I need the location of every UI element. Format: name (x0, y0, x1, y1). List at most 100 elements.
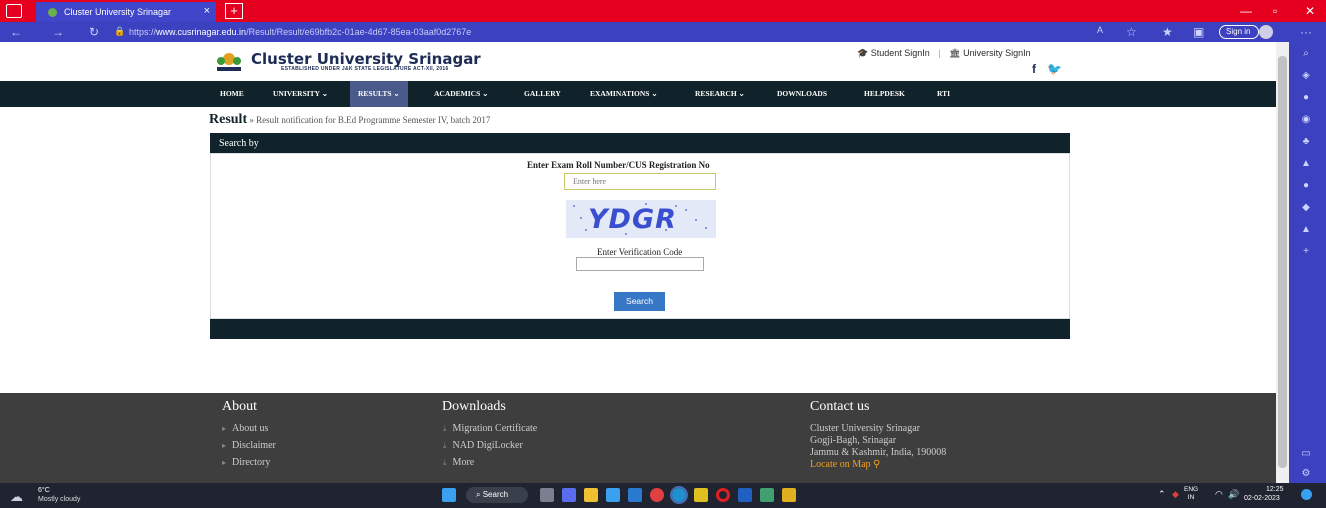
sidebar-screenshot-icon[interactable]: ▭ (1299, 448, 1313, 460)
tab-close-button[interactable]: × (204, 5, 210, 17)
footer-downloads-title: Downloads (442, 399, 506, 414)
minimize-icon[interactable]: — (1240, 4, 1252, 18)
sidebar-games-icon[interactable]: ♣ (1299, 136, 1313, 148)
tab-title: Cluster University Srinagar (64, 7, 172, 17)
restore-icon[interactable]: ▫ (1273, 4, 1277, 18)
lock-icon[interactable]: 🔒 (114, 26, 125, 37)
store-icon[interactable] (606, 488, 620, 502)
window-close-icon[interactable]: ✕ (1305, 4, 1315, 18)
sidebar-shopping-icon[interactable]: ● (1299, 92, 1313, 104)
search-icon: ⌕ (476, 490, 481, 499)
opera-icon[interactable] (716, 488, 730, 502)
edge-icon[interactable] (670, 486, 688, 504)
weather-temp[interactable]: 6°C (38, 487, 50, 494)
address-bar[interactable]: https://www.cusrinagar.edu.in/Result/Res… (129, 27, 471, 37)
browser-tab[interactable]: Cluster University Srinagar × (36, 2, 216, 22)
file-explorer-icon[interactable] (584, 488, 598, 502)
nav-gallery[interactable]: GALLERY (524, 89, 561, 98)
sidebar-search-icon[interactable]: ⌕ (1299, 48, 1313, 60)
clock[interactable]: 12:25 (1266, 486, 1284, 493)
volume-icon[interactable]: 🔊 (1228, 489, 1239, 500)
sidebar-edge-drop-icon[interactable]: ◆ (1299, 202, 1313, 214)
browser-toolbar: ← → ↻ 🔒 https://www.cusrinagar.edu.in/Re… (0, 22, 1326, 42)
sidebar-app-icon[interactable]: ▲ (1299, 224, 1313, 236)
search-button[interactable]: Search (614, 292, 665, 311)
tracking-icon[interactable]: ☆ (1126, 25, 1137, 39)
university-signin-link[interactable]: University SignIn (963, 48, 1031, 58)
refresh-icon[interactable]: ↻ (89, 25, 99, 39)
nav-academics[interactable]: ACADEMICS ⌄ (434, 89, 488, 98)
read-aloud-icon[interactable]: A (1097, 25, 1103, 35)
taskbar-search[interactable]: ⌕ Search (466, 487, 528, 503)
twitter-icon[interactable]: 🐦 (1047, 62, 1062, 76)
notification-icon[interactable] (1301, 489, 1312, 500)
nav-research[interactable]: RESEARCH ⌄ (695, 89, 745, 98)
search-panel-footer (210, 319, 1070, 339)
back-icon[interactable]: ← (10, 25, 22, 39)
more-menu-icon[interactable]: ··· (1300, 25, 1312, 39)
captcha-image: YDGR (566, 200, 716, 238)
task-view-icon[interactable] (540, 488, 554, 502)
tray-app-icon[interactable]: ◆ (1172, 489, 1179, 500)
start-icon[interactable] (442, 488, 456, 502)
sidebar-add-icon[interactable]: + (1299, 246, 1313, 258)
favorites-icon[interactable]: ★ (1162, 25, 1173, 39)
footer-link-nad-digilocker[interactable]: ⤓ NAD DigiLocker (443, 440, 523, 451)
nav-examinations[interactable]: EXAMINATIONS ⌄ (590, 89, 658, 98)
university-logo-icon (217, 53, 241, 71)
footer-link-directory[interactable]: ▸ Directory (222, 457, 270, 468)
nav-university[interactable]: UNIVERSITY ⌄ (273, 89, 328, 98)
site-footer: About ▸ About us ▸ Disclaimer ▸ Directory D… (0, 393, 1276, 483)
teams-icon[interactable] (562, 488, 576, 502)
contact-line: Cluster University Srinagar (810, 423, 920, 434)
sign-in-button[interactable]: Sign in (1219, 25, 1259, 39)
main-nav: HOME UNIVERSITY ⌄ RESULTS ⌄ ACADEMICS ⌄ … (0, 81, 1276, 107)
sidebar-tools-icon[interactable]: ◉ (1299, 114, 1313, 126)
page-title: Result (209, 112, 248, 127)
app-icon[interactable] (782, 488, 796, 502)
sidebar-outlook-icon[interactable]: ● (1299, 180, 1313, 192)
site-subtitle: ESTABLISHED UNDER J&K STATE LEGISLATURE … (281, 66, 449, 72)
mail-icon[interactable] (628, 488, 642, 502)
footer-link-disclaimer[interactable]: ▸ Disclaimer (222, 440, 276, 451)
weather-cloud-icon[interactable]: ☁ (10, 489, 23, 505)
sidebar-tag-icon[interactable]: ◈ (1299, 70, 1313, 82)
sidebar-settings-icon[interactable]: ⚙ (1299, 468, 1313, 480)
date[interactable]: 02-02-2023 (1244, 495, 1280, 502)
profile-avatar-icon[interactable] (1259, 25, 1273, 39)
collections-icon[interactable]: ▣ (1193, 25, 1204, 39)
app-icon[interactable] (760, 488, 774, 502)
word-icon[interactable] (738, 488, 752, 502)
verification-code-input[interactable] (576, 257, 704, 271)
nav-home[interactable]: HOME (220, 89, 244, 98)
footer-link-more[interactable]: ⤓ More (443, 457, 474, 468)
chrome-icon[interactable] (650, 488, 664, 502)
locate-on-map-link[interactable]: Locate on Map ⚲ (810, 459, 880, 470)
scrollbar-thumb[interactable] (1278, 56, 1287, 468)
footer-link-about-us[interactable]: ▸ About us (222, 423, 268, 434)
sidebar-office-icon[interactable]: ▲ (1299, 158, 1313, 170)
bank-icon: 🏛 (949, 48, 961, 58)
new-tab-button[interactable]: + (225, 3, 243, 19)
search-panel-header: Search by (210, 133, 1070, 153)
nav-rti[interactable]: RTI (937, 89, 950, 98)
roll-number-input[interactable] (564, 173, 716, 190)
language-indicator[interactable]: ENG IN (1184, 486, 1198, 502)
nav-results[interactable]: RESULTS ⌄ (350, 81, 408, 107)
top-links: 🎓 Student SignIn | 🏛 University SignIn (857, 48, 1031, 58)
wifi-icon[interactable]: ◠ (1215, 489, 1223, 500)
chevron-up-icon[interactable]: ⌃ (1158, 489, 1166, 500)
forward-icon[interactable]: → (52, 25, 64, 39)
app-icon[interactable] (694, 488, 708, 502)
social-links: f 🐦 (1032, 62, 1062, 76)
weather-text[interactable]: Mostly cloudy (38, 496, 80, 503)
tab-actions-icon[interactable] (6, 4, 22, 18)
student-signin-link[interactable]: Student SignIn (871, 48, 930, 58)
nav-helpdesk[interactable]: HELPDESK (864, 89, 905, 98)
browser-tab-bar: Cluster University Srinagar × + — ▫ ✕ (0, 0, 1326, 22)
breadcrumb: Result » Result notification for B.Ed Pr… (209, 112, 491, 127)
facebook-icon[interactable]: f (1032, 62, 1036, 76)
contact-line: Jammu & Kashmir, India, 190008 (810, 447, 947, 458)
nav-downloads[interactable]: DOWNLOADS (777, 89, 827, 98)
footer-link-migration-certificate[interactable]: ⤓ Migration Certificate (443, 423, 537, 434)
